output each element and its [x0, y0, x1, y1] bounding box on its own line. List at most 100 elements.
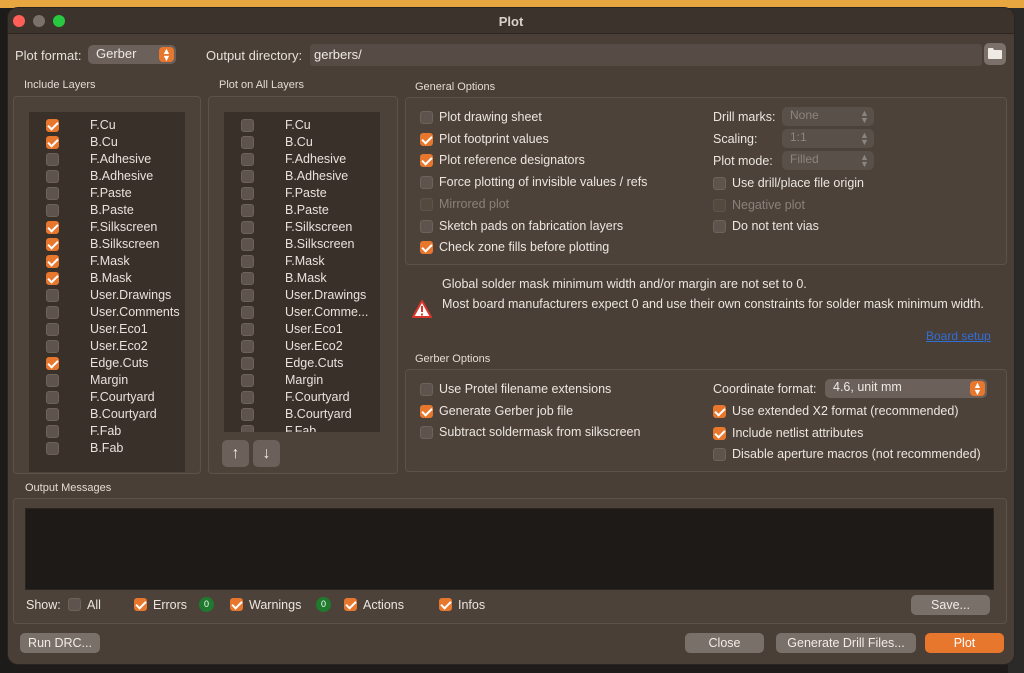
checkbox-use-protel-filename-extensions[interactable]	[420, 383, 433, 396]
layer-row[interactable]: B.Paste	[29, 202, 185, 219]
layer-checkbox-user-comme[interactable]	[241, 306, 254, 319]
layer-row[interactable]: Margin	[29, 372, 185, 389]
layer-row[interactable]: F.Mask	[224, 253, 380, 270]
move-up-button[interactable]: ↑	[222, 440, 249, 467]
browse-folder-button[interactable]	[984, 43, 1006, 65]
layer-row[interactable]: User.Eco2	[224, 338, 380, 355]
layer-row[interactable]: F.Paste	[29, 185, 185, 202]
layer-row[interactable]: F.Adhesive	[224, 151, 380, 168]
layer-checkbox-f-silkscreen[interactable]	[46, 221, 59, 234]
layer-checkbox-margin[interactable]	[241, 374, 254, 387]
layer-checkbox-f-cu[interactable]	[46, 119, 59, 132]
checkbox-plot-drawing-sheet[interactable]	[420, 111, 433, 124]
checkbox-plot-footprint-values[interactable]	[420, 132, 433, 146]
coordinate-format-select[interactable]: 4.6, unit mm ▲ ▼	[825, 379, 987, 398]
layer-checkbox-user-eco1[interactable]	[46, 323, 59, 336]
layer-checkbox-edge-cuts[interactable]	[241, 357, 254, 370]
layer-checkbox-b-paste[interactable]	[241, 204, 254, 217]
layer-checkbox-b-adhesive[interactable]	[46, 170, 59, 183]
filter-checkbox-errors[interactable]	[134, 598, 147, 611]
layer-row[interactable]: F.Courtyard	[29, 389, 185, 406]
layer-checkbox-b-fab[interactable]	[46, 442, 59, 455]
checkbox-sketch-pads-on-fabrication-layers[interactable]	[420, 219, 433, 233]
layer-row[interactable]: F.Fab	[224, 423, 380, 432]
layer-row[interactable]: Edge.Cuts	[29, 355, 185, 372]
layer-checkbox-f-adhesive[interactable]	[46, 153, 59, 166]
layer-row[interactable]: User.Eco2	[29, 338, 185, 355]
layer-row[interactable]: User.Eco1	[29, 321, 185, 338]
layer-row[interactable]: Edge.Cuts	[224, 355, 380, 372]
layer-row[interactable]: User.Comme...	[224, 304, 380, 321]
layer-checkbox-user-drawings[interactable]	[46, 289, 59, 302]
output-messages-area[interactable]	[25, 508, 994, 590]
scaling-select[interactable]: 1:1 ▲ ▼	[782, 129, 874, 148]
layer-row[interactable]: User.Drawings	[224, 287, 380, 304]
layer-row[interactable]: User.Comments	[29, 304, 185, 321]
layer-checkbox-edge-cuts[interactable]	[46, 357, 59, 370]
layer-row[interactable]: F.Adhesive	[29, 151, 185, 168]
filter-checkbox-warnings[interactable]	[230, 598, 243, 611]
layer-row[interactable]: F.Cu	[29, 117, 185, 134]
checkbox-check-zone-fills-before-plotting[interactable]	[420, 241, 433, 255]
layer-checkbox-b-cu[interactable]	[46, 136, 59, 149]
layer-row[interactable]: B.Courtyard	[29, 406, 185, 423]
layer-checkbox-user-eco1[interactable]	[241, 323, 254, 336]
layer-checkbox-f-mask[interactable]	[241, 255, 254, 268]
layer-row[interactable]: Margin	[224, 372, 380, 389]
layer-row[interactable]: B.Cu	[29, 134, 185, 151]
layer-checkbox-f-adhesive[interactable]	[241, 153, 254, 166]
layer-row[interactable]: B.Adhesive	[29, 168, 185, 185]
checkbox-disable-aperture-macros-not-recommended[interactable]	[713, 448, 726, 462]
checkbox-use-extended-x2-format-recommended[interactable]	[713, 405, 726, 418]
save-messages-button[interactable]: Save...	[911, 595, 990, 615]
layer-checkbox-f-paste[interactable]	[241, 187, 254, 200]
layer-checkbox-b-silkscreen[interactable]	[46, 238, 59, 251]
layer-checkbox-f-cu[interactable]	[241, 119, 254, 132]
layer-checkbox-b-paste[interactable]	[46, 204, 59, 217]
board-setup-link[interactable]: Board setup	[926, 329, 991, 343]
layer-checkbox-b-courtyard[interactable]	[241, 408, 254, 421]
layer-row[interactable]: B.Paste	[224, 202, 380, 219]
layer-row[interactable]: User.Eco1	[224, 321, 380, 338]
checkbox-do-not-tent-vias[interactable]	[713, 220, 726, 234]
checkbox-include-netlist-attributes[interactable]	[713, 426, 726, 440]
layer-checkbox-f-courtyard[interactable]	[241, 391, 254, 404]
plot-format-select[interactable]: Gerber ▲ ▼	[88, 45, 176, 64]
layer-checkbox-margin[interactable]	[46, 374, 59, 387]
layer-checkbox-b-cu[interactable]	[241, 136, 254, 149]
move-down-button[interactable]: ↓	[253, 440, 280, 467]
layer-checkbox-f-silkscreen[interactable]	[241, 221, 254, 234]
output-directory-input[interactable]: gerbers/	[310, 44, 982, 66]
filter-checkbox-actions[interactable]	[344, 598, 357, 611]
layer-row[interactable]: B.Fab	[29, 440, 185, 457]
layer-row[interactable]: F.Silkscreen	[29, 219, 185, 236]
layer-row[interactable]: B.Silkscreen	[29, 236, 185, 253]
plot-mode-select[interactable]: Filled ▲ ▼	[782, 151, 874, 170]
filter-checkbox-infos[interactable]	[439, 598, 452, 611]
layer-checkbox-f-fab[interactable]	[241, 425, 254, 432]
checkbox-use-drill-place-file-origin[interactable]	[713, 177, 726, 190]
checkbox-subtract-soldermask-from-silkscreen[interactable]	[420, 426, 433, 440]
checkbox-plot-reference-designators[interactable]	[420, 154, 433, 168]
layer-checkbox-b-mask[interactable]	[46, 272, 59, 285]
layer-checkbox-user-comments[interactable]	[46, 306, 59, 319]
layer-checkbox-f-courtyard[interactable]	[46, 391, 59, 404]
layer-checkbox-f-fab[interactable]	[46, 425, 59, 438]
layer-checkbox-b-courtyard[interactable]	[46, 408, 59, 421]
close-button[interactable]: Close	[685, 633, 764, 653]
layer-checkbox-b-adhesive[interactable]	[241, 170, 254, 183]
drill-marks-select[interactable]: None ▲ ▼	[782, 107, 874, 126]
layer-checkbox-b-silkscreen[interactable]	[241, 238, 254, 251]
checkbox-force-plotting-of-invisible-values-refs[interactable]	[420, 176, 433, 190]
layer-row[interactable]: F.Cu	[224, 117, 380, 134]
layer-row[interactable]: B.Adhesive	[224, 168, 380, 185]
layer-row[interactable]: B.Mask	[224, 270, 380, 287]
layer-row[interactable]: B.Mask	[29, 270, 185, 287]
layer-checkbox-f-paste[interactable]	[46, 187, 59, 200]
layer-checkbox-b-mask[interactable]	[241, 272, 254, 285]
layer-checkbox-user-eco2[interactable]	[46, 340, 59, 353]
layer-row[interactable]: B.Cu	[224, 134, 380, 151]
layer-row[interactable]: F.Paste	[224, 185, 380, 202]
run-drc-button[interactable]: Run DRC...	[20, 633, 100, 653]
checkbox-generate-gerber-job-file[interactable]	[420, 404, 433, 418]
